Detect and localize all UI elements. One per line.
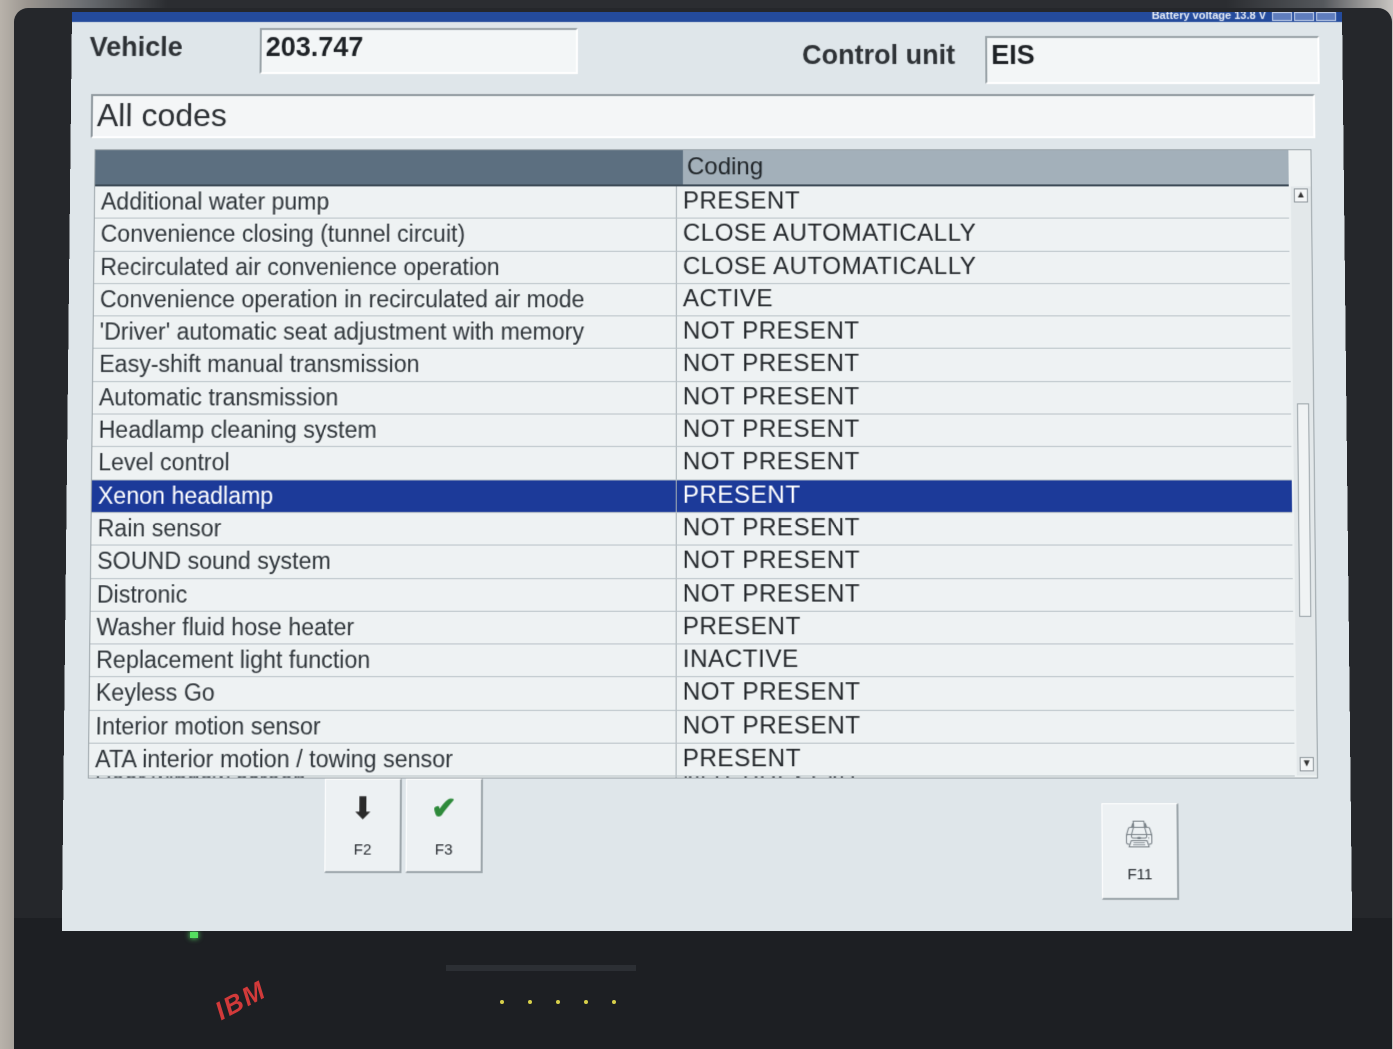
f11-print-button[interactable]: 🖨 F11 — [1101, 803, 1180, 900]
coding-item-name: Washer fluid hose heater — [90, 611, 677, 644]
coding-item-name: Level control — [92, 447, 677, 480]
table-row[interactable]: Convenience operation in recirculated ai… — [93, 283, 1291, 317]
coding-item-name: Headlamp cleaning system — [92, 414, 677, 447]
f3-key-label: F3 — [434, 841, 453, 859]
coding-item-value: NOT PRESENT — [682, 513, 861, 542]
scroll-up-icon[interactable]: ▲ — [1293, 188, 1308, 203]
coding-item-name: SOUND sound system — [90, 545, 677, 578]
coding-item-value: ACTIVE — [682, 284, 774, 313]
table-row[interactable]: Interior motion sensor NOT PRESENT — [89, 710, 1295, 744]
table-row[interactable]: Easy-shift manual transmission NOT PRESEN… — [93, 349, 1291, 382]
coding-item-value: PRESENT — [682, 744, 802, 773]
table-row[interactable]: SOUND sound system NOT PRESENT — [90, 545, 1293, 579]
coding-item-name: Keyless Go — [89, 677, 677, 710]
coding-item-name: Replacement light function — [89, 644, 677, 677]
coding-item-value: NOT PRESENT — [682, 317, 860, 345]
printer-icon: 🖨 — [1122, 818, 1157, 850]
control-unit-field[interactable]: EIS — [985, 35, 1320, 85]
f11-key-label: F11 — [1127, 865, 1153, 884]
coding-item-value: PRESENT — [682, 481, 801, 509]
vehicle-field[interactable]: 203.747 — [259, 27, 578, 75]
table-row[interactable]: Recirculated air convenience operation CL… — [94, 251, 1290, 284]
coding-item-value: CLOSE AUTOMATICALLY — [682, 219, 977, 248]
coding-item-value: CLOSE AUTOMATICALLY — [682, 252, 977, 280]
table-row-selected[interactable]: Xenon headlamp PRESENT — [91, 480, 1293, 513]
coding-item-value: PRESENT — [682, 187, 801, 215]
coding-item-value: NOT PRESENT — [682, 448, 860, 476]
f2-download-button[interactable]: ⬇ F2 — [324, 778, 402, 874]
minimize-button[interactable] — [1272, 12, 1293, 21]
diagnostic-screen: Battery voltage 13.8 V Vehicle 203.747 C… — [61, 12, 1353, 931]
coding-item-value: NOT PRESENT — [682, 678, 861, 707]
table-row[interactable]: Replacement light function INACTIVE — [89, 644, 1294, 678]
coding-item-value: NOT PRESENT — [682, 415, 860, 443]
coding-item-value: NOT PRESENT — [682, 546, 861, 575]
maximize-button[interactable] — [1294, 12, 1315, 21]
table-row[interactable]: Distronic NOT PRESENT — [90, 578, 1294, 612]
table-row[interactable]: ATA interior motion / towing sensor PRESE… — [88, 743, 1295, 777]
coding-item-name: Recirculated air convenience operation — [94, 251, 677, 283]
coding-item-name: Interior motion sensor — [89, 710, 677, 743]
coding-item-value: NOT PRESENT — [682, 350, 860, 378]
code-filter-field[interactable]: All codes — [90, 94, 1316, 139]
battery-status: Battery voltage 13.8 V — [1151, 12, 1267, 22]
arrow-down-icon: ⬇ — [349, 791, 376, 826]
table-body: Additional water pump PRESENT Convenience … — [88, 186, 1295, 779]
coding-item-name: Additional water pump — [94, 186, 677, 218]
f3-confirm-button[interactable]: ✔ F3 — [405, 778, 484, 874]
table-row[interactable]: Rain sensor NOT PRESENT — [91, 512, 1293, 546]
table-row[interactable]: Additional water pump PRESENT — [94, 186, 1290, 219]
window-controls — [1272, 12, 1337, 21]
vehicle-label: Vehicle — [89, 31, 183, 63]
coding-item-value: PRESENT — [682, 612, 801, 641]
coding-item-name: Easy-shift manual transmission — [93, 349, 677, 381]
control-unit-label: Control unit — [802, 39, 956, 71]
laptop-keyboard-deck — [14, 918, 1392, 1049]
close-button[interactable] — [1316, 12, 1337, 21]
coding-item-name: Distronic — [90, 578, 677, 611]
laptop-hinge — [446, 965, 636, 971]
table-row[interactable]: Headlamp cleaning system NOT PRESENT — [92, 414, 1292, 448]
table-row[interactable]: Level control NOT PRESENT — [92, 447, 1292, 481]
table-row[interactable]: Keyless Go NOT PRESENT — [89, 677, 1295, 711]
coding-column-header[interactable]: Coding — [682, 150, 1289, 185]
scroll-thumb[interactable] — [1297, 403, 1312, 617]
vertical-scrollbar[interactable]: ▲ ▼ — [1290, 186, 1318, 776]
coding-item-name: Xenon headlamp — [91, 480, 677, 512]
coding-item-value: INACTIVE — [682, 645, 799, 674]
coding-item-value: NOT PRESENT — [682, 382, 860, 411]
coding-item-name: Rain sensor — [91, 512, 677, 545]
table-header: Coding — [95, 150, 1289, 187]
table-row[interactable]: Washer fluid hose heater PRESENT — [90, 611, 1294, 645]
table-row[interactable]: Automatic transmission NOT PRESENT — [92, 381, 1292, 415]
coding-item-value: NOT PRESENT — [682, 579, 861, 608]
coding-item-value: NOT PRESENT — [682, 711, 861, 740]
function-key-bar: ⬇ F2 ✔ F3 🖨 F11 — [86, 778, 1317, 923]
f2-key-label: F2 — [353, 841, 372, 859]
coding-item-name: Convenience closing (tunnel circuit) — [94, 218, 677, 251]
coding-table: Coding Additional water pump PRESENT Conve… — [87, 149, 1319, 779]
table-row[interactable]: 'Driver' automatic seat adjustment with … — [93, 316, 1291, 350]
scroll-down-icon[interactable]: ▼ — [1299, 757, 1314, 772]
coding-item-name: 'Driver' automatic seat adjustment with … — [93, 316, 677, 349]
status-lights — [500, 1000, 616, 1004]
coding-item-name: Convenience operation in recirculated ai… — [93, 283, 677, 316]
checkmark-icon: ✔ — [431, 791, 457, 826]
coding-item-name: ATA interior motion / towing sensor — [88, 743, 677, 776]
coding-item-name: Automatic transmission — [92, 381, 677, 414]
power-led-icon — [190, 932, 198, 938]
table-row[interactable]: Convenience closing (tunnel circuit) CLOS… — [94, 218, 1290, 252]
